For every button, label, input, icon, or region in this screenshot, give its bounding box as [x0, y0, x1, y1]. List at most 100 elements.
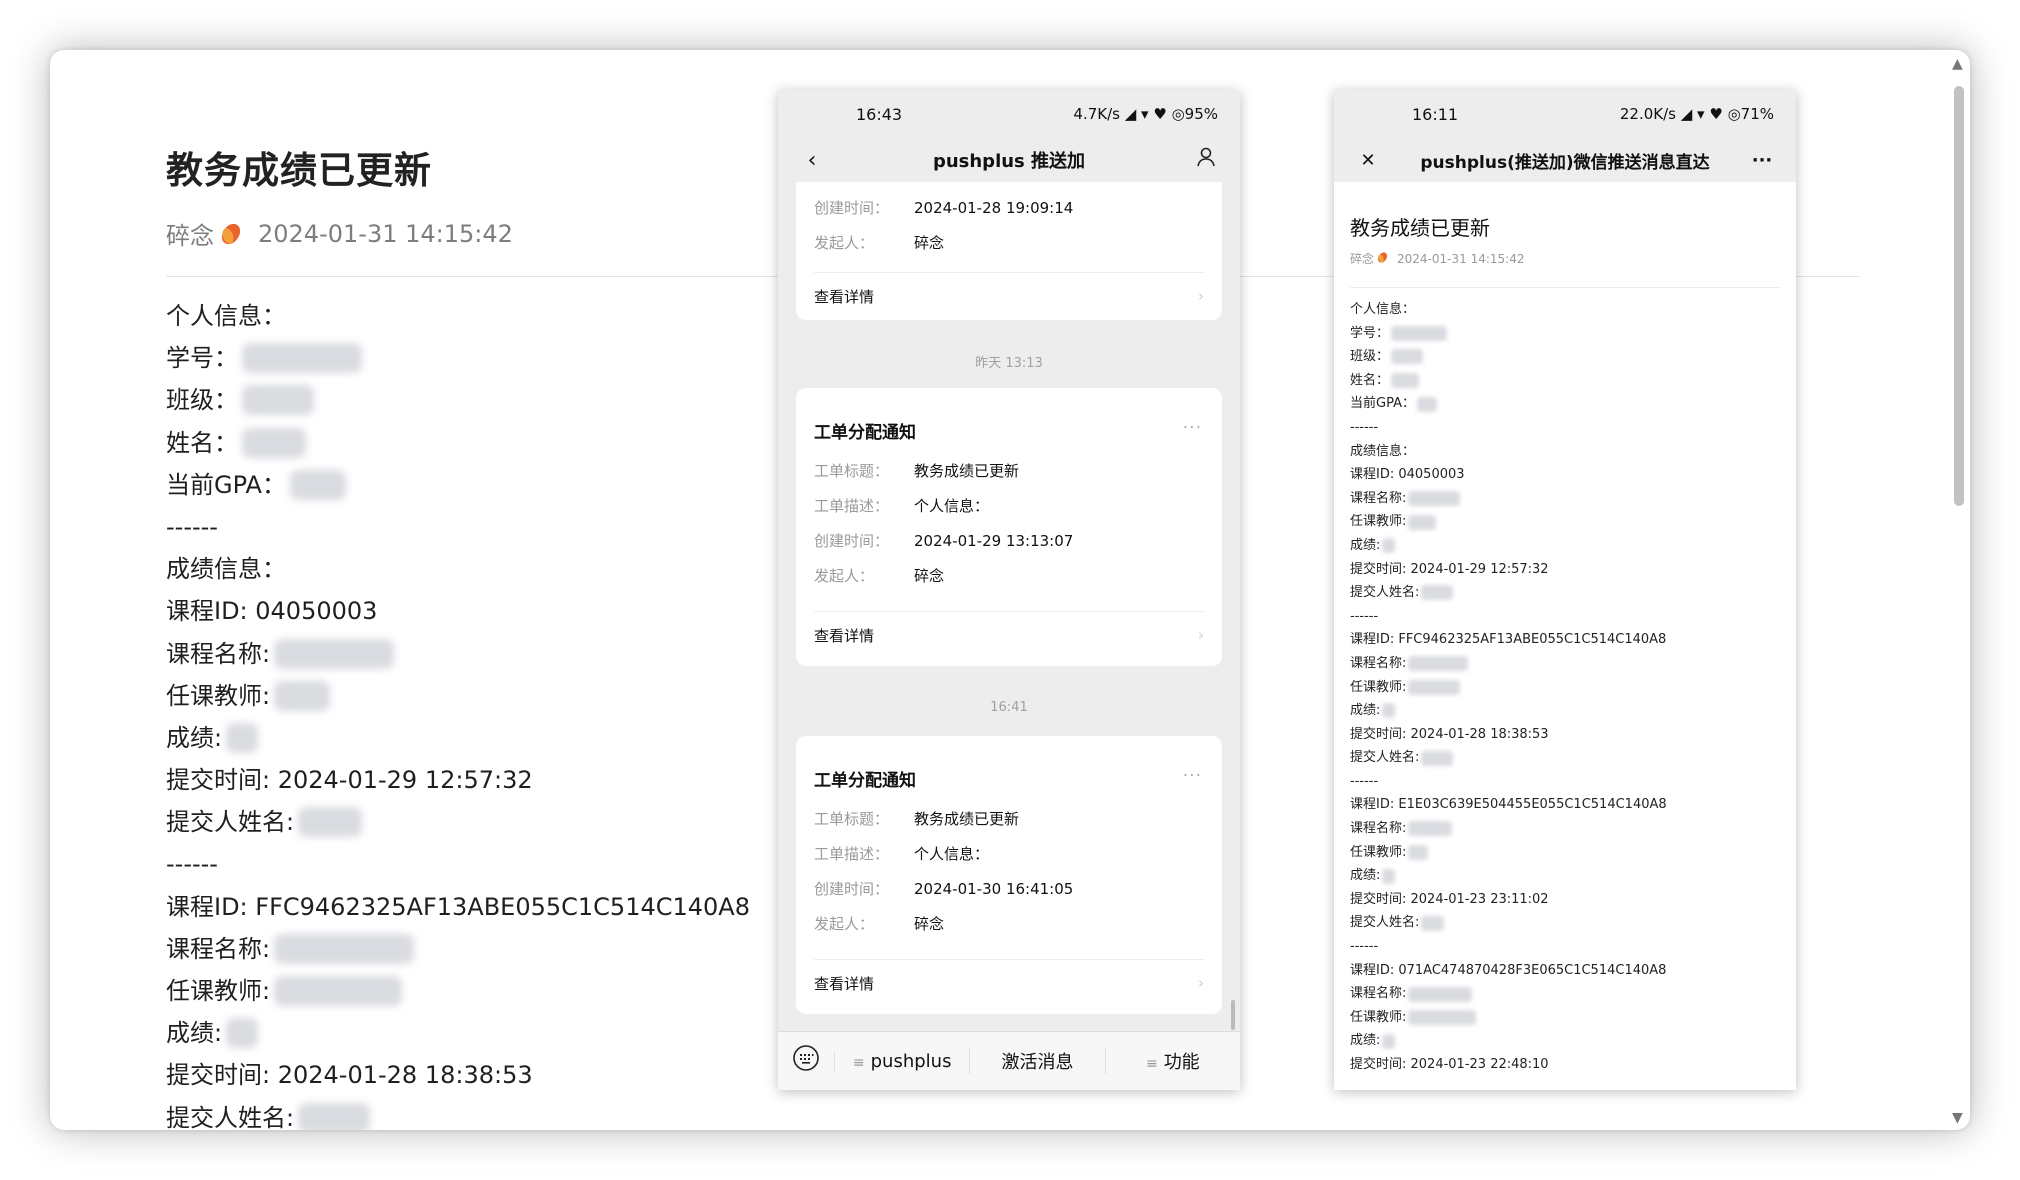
content-line: 成绩信息： [1350, 440, 1780, 464]
line-text: ------ [1350, 773, 1379, 789]
redacted-value [274, 638, 395, 669]
chevron-right-icon: › [1198, 974, 1204, 992]
line-text: ------ [1350, 419, 1379, 435]
line-text: 提交时间: 2024-01-23 23:11:02 [1350, 891, 1549, 907]
redacted-value [1408, 821, 1453, 837]
redacted-value [298, 1102, 371, 1130]
content-line: 学号： [1350, 322, 1780, 346]
content-line: 课程名称: [1350, 817, 1780, 841]
redacted-value [1382, 538, 1396, 554]
card-row: 创建时间： 2024-01-30 16:41:05 [814, 879, 1074, 899]
redacted-value [1391, 373, 1420, 389]
card-row: 发起人： 碎念 [814, 915, 945, 933]
status-bar: 16:43 4.7K/s ◢ ▾ ♥ ◎95% [778, 90, 1240, 138]
line-text: 成绩信息： [166, 555, 286, 584]
content-line: ------ [1350, 770, 1780, 794]
message-card[interactable]: 工单分配通知 ··· 工单标题： 教务成绩已更新 工单描述： 个人信息： 创建时间： 2… [796, 736, 1222, 1014]
menu-tab-activate[interactable]: 激活消息 [969, 1048, 1104, 1074]
content-line: ------ [1350, 935, 1780, 959]
line-text: 姓名： [166, 428, 238, 457]
scroll-down-arrow-icon[interactable]: ▼ [1952, 1110, 1963, 1126]
window-scrollbar[interactable]: ▲ ▼ [1948, 50, 1970, 1130]
card-row: 工单标题： 教务成绩已更新 [814, 810, 1020, 828]
card-row: 创建时间： 2024-01-28 19:09:14 [814, 198, 1074, 218]
scroll-up-arrow-icon[interactable]: ▲ [1952, 56, 1963, 72]
redacted-value [1408, 679, 1461, 695]
line-text: 班级： [1350, 349, 1390, 365]
view-details-link[interactable]: 查看详情 › [796, 273, 1222, 319]
line-text: 课程ID: 071AC474870428F3E065C1C514C140A8 [1350, 962, 1667, 978]
more-icon[interactable]: ··· [1183, 766, 1222, 791]
line-text: 任课教师: [166, 977, 271, 1005]
line-text: 成绩: [1350, 1033, 1381, 1049]
menu-icon: ≡ [852, 1054, 865, 1071]
more-icon[interactable]: ··· [1750, 150, 1774, 171]
content-line: 课程ID: FFC9462325AF13ABE055C1C514C140A8 [1350, 628, 1780, 652]
content-line: 任课教师: [1350, 510, 1780, 534]
nav-bar: ‹ pushplus 推送加 [778, 138, 1240, 182]
chevron-right-icon: › [1198, 287, 1204, 305]
redacted-value [1408, 1010, 1477, 1026]
line-text: 任课教师: [166, 681, 271, 710]
card-row: 工单标题： 教务成绩已更新 [814, 462, 1020, 480]
redacted-value [274, 976, 403, 1007]
line-text: 个人信息： [1350, 302, 1416, 317]
message-card[interactable]: 工单分配通知 ··· 工单标题： 教务成绩已更新 工单描述： 个人信息： 创建时间： 2… [796, 388, 1222, 666]
menu-icon: ≡ [1145, 1056, 1158, 1072]
status-bar: 16:11 22.0K/s ◢ ▾ ♥ ◎71% [1334, 90, 1796, 138]
content-line: ------ [1350, 416, 1780, 440]
article-view: 教务成绩已更新 碎念 2024-01-31 14:15:42 个人信息： 学号： 班… [1334, 182, 1796, 1090]
close-icon[interactable]: ✕ [1356, 150, 1380, 171]
redacted-value [289, 469, 346, 500]
more-icon[interactable]: ··· [1183, 418, 1222, 443]
chat-timestamp: 昨天 13:13 [975, 356, 1043, 371]
redacted-value [1421, 915, 1444, 931]
content-line: 提交时间: 2024-01-28 18:38:53 [1350, 723, 1780, 747]
redacted-value [1408, 656, 1469, 672]
content-line: 成绩: [1350, 534, 1780, 558]
menu-tab-features[interactable]: ≡ 功能 [1104, 1048, 1240, 1074]
content-line: 提交人姓名: [166, 1097, 1886, 1130]
line-text: 成绩信息： [1350, 443, 1416, 459]
redacted-value [242, 343, 362, 374]
view-details-link[interactable]: 查看详情 › [796, 612, 1222, 658]
card-row: 工单描述： 个人信息： [814, 845, 990, 863]
menu-tab-pushplus[interactable]: ≡ pushplus [834, 1050, 969, 1072]
line-text: 班级： [166, 386, 238, 415]
nav-title: pushplus 推送加 [932, 151, 1086, 172]
line-text: 课程ID: E1E03C639E504455E055C1C514C140A8 [1350, 797, 1667, 813]
bottom-menu-bar: ≡ pushplus 激活消息 ≡ 功能 [778, 1031, 1240, 1090]
line-text: 课程名称: [1350, 655, 1407, 671]
article-title: 教务成绩已更新 [1350, 216, 1490, 240]
keyboard-icon[interactable] [778, 1044, 834, 1078]
line-text: 提交时间: 2024-01-28 18:38:53 [1350, 726, 1549, 742]
redacted-value [1391, 349, 1424, 365]
line-text: 任课教师: [1350, 679, 1407, 695]
line-text: 当前GPA： [1350, 396, 1415, 412]
content-line: 个人信息： [1350, 298, 1780, 322]
redacted-value [1382, 868, 1396, 884]
view-details-link[interactable]: 查看详情 › [796, 960, 1222, 1006]
line-text: 提交时间: 2024-01-23 22:48:10 [1350, 1057, 1549, 1072]
redacted-value [1421, 585, 1454, 601]
redacted-value [1421, 750, 1454, 766]
scrollbar-thumb[interactable] [1954, 86, 1964, 506]
article-datetime: 2024-01-31 14:15:42 [1397, 251, 1525, 266]
person-icon[interactable] [1194, 146, 1218, 174]
line-text: 成绩: [166, 723, 223, 752]
card-title: 工单分配通知 [814, 771, 916, 791]
content-line: 成绩: [1350, 864, 1780, 888]
line-text: 任课教师: [1350, 844, 1407, 860]
chat-scrollbar[interactable] [1231, 1000, 1235, 1030]
article-body: 个人信息： 学号： 班级： 姓名： 当前GPA： ------ 成绩信息： 课程ID: 040… [1350, 298, 1780, 1077]
back-icon[interactable]: ‹ [800, 148, 824, 173]
line-text: ------ [166, 512, 218, 541]
content-line: 成绩: [1350, 699, 1780, 723]
nav-bar: ✕ pushplus(推送加)微信推送消息直达 ··· [1334, 138, 1796, 182]
line-text: 课程ID: 04050003 [1350, 467, 1465, 483]
content-line: 提交人姓名: [1350, 911, 1780, 935]
content-line: 成绩: [1350, 1029, 1780, 1053]
divider [1350, 287, 1780, 288]
card-row: 发起人： 碎念 [814, 234, 945, 252]
content-line: 课程ID: 071AC474870428F3E065C1C514C140A8 [1350, 959, 1780, 983]
